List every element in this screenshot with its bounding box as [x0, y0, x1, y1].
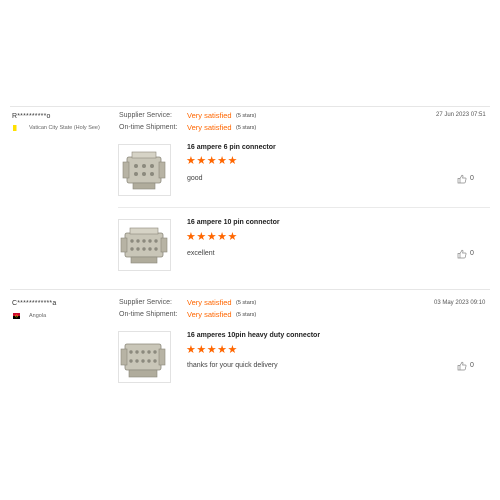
product-divider [118, 207, 490, 208]
ontime-shipment-note: (5 stars) [236, 312, 257, 318]
product-thumbnail[interactable] [118, 219, 171, 271]
buyer-name: C************a [12, 300, 57, 307]
ontime-shipment-rating: Very satisfied [187, 310, 232, 319]
ontime-shipment-note: (5 stars) [236, 125, 257, 131]
supplier-service-rating: Very satisfied [187, 298, 232, 307]
review-divider [10, 289, 490, 290]
product-thumbnail[interactable] [118, 331, 171, 383]
product-name: 16 ampere 6 pin connector [187, 144, 276, 151]
review-date: 03 May 2023 09:10 [434, 300, 486, 306]
ontime-shipment-label: On-time Shipment: [119, 124, 178, 131]
like-count: 0 [470, 250, 474, 257]
product-name: 16 amperes 10pin heavy duty connector [187, 332, 321, 339]
product-star-rating: ★★★★★ [186, 231, 238, 243]
buyer-country: Angola [29, 313, 47, 319]
ontime-shipment-rating: Very satisfied [187, 123, 232, 132]
thumbs-up-icon[interactable] [457, 361, 467, 371]
vatican-flag-icon [13, 125, 20, 131]
thumbs-up-icon[interactable] [457, 174, 467, 184]
product-star-rating: ★★★★★ [186, 344, 238, 356]
review-divider-top [10, 106, 490, 107]
supplier-service-label: Supplier Service: [119, 299, 172, 306]
supplier-service-note: (5 stars) [236, 113, 257, 119]
angola-flag-icon [13, 313, 20, 319]
supplier-service-note: (5 stars) [236, 300, 257, 306]
connector-image [120, 343, 166, 378]
connector-image [120, 227, 168, 264]
like-count: 0 [470, 175, 474, 182]
product-name: 16 ampere 10 pin connector [187, 219, 280, 226]
product-star-rating: ★★★★★ [186, 155, 238, 167]
review-comment: thanks for your quick delivery [187, 362, 278, 369]
thumbs-up-icon[interactable] [457, 249, 467, 259]
review-comment: good [187, 175, 203, 182]
connector-image [122, 151, 166, 190]
supplier-service-label: Supplier Service: [119, 112, 172, 119]
supplier-service-rating: Very satisfied [187, 111, 232, 120]
buyer-country: Vatican City State (Holy See) [29, 125, 100, 131]
review-comment: excellent [187, 250, 215, 257]
ontime-shipment-label: On-time Shipment: [119, 311, 178, 318]
like-count: 0 [470, 362, 474, 369]
buyer-name: R**********o [12, 113, 51, 120]
product-thumbnail[interactable] [118, 144, 171, 196]
review-date: 27 Jun 2023 07:51 [436, 112, 486, 118]
